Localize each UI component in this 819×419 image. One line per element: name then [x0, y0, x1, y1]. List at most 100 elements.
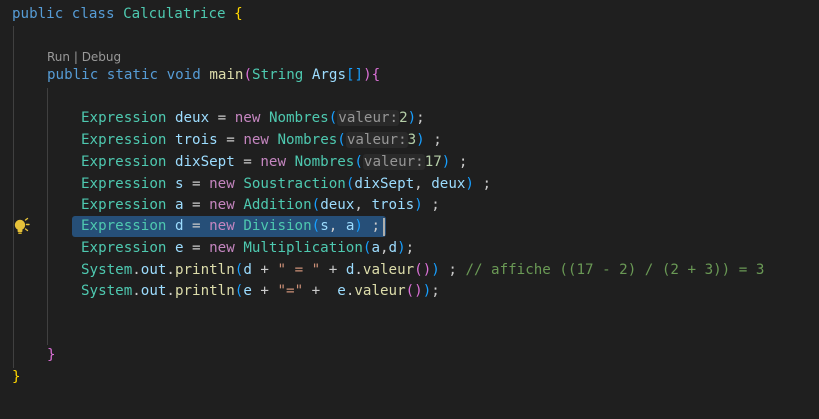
code-line-1[interactable]: public class Calculatrice {	[12, 4, 243, 25]
paren: (	[311, 218, 321, 234]
argument: a	[371, 240, 380, 256]
keyword: static	[106, 67, 159, 83]
keyword-new: new	[209, 240, 235, 256]
class-name: Addition	[243, 197, 312, 213]
paren: )	[363, 67, 372, 83]
paren: )	[422, 283, 432, 299]
code-editor[interactable]: public class Calculatrice { Run | Debug …	[0, 0, 819, 419]
indent-guide	[13, 26, 14, 368]
number-literal: 3	[407, 132, 417, 148]
code-line-println-e[interactable]: System.out.println(e + "=" + e.valeur())…	[81, 281, 440, 302]
argument: trois	[371, 197, 415, 213]
run-codelens-link[interactable]: Run	[47, 50, 70, 64]
paren: ()	[414, 262, 432, 278]
semicolon: ;	[416, 110, 425, 126]
method-name: main	[209, 67, 244, 83]
paren: )	[354, 218, 363, 234]
paren: (	[311, 197, 321, 213]
paren: )	[416, 132, 425, 148]
code-line-s[interactable]: Expression s = new Soustraction(dixSept,…	[81, 174, 491, 195]
code-line-d-selected[interactable]: Expression d = new Division(s, a) ;	[81, 216, 380, 237]
type-name: Expression	[81, 197, 167, 213]
semicolon: ;	[473, 176, 492, 192]
paren: (	[243, 67, 253, 83]
argument: d	[388, 240, 398, 256]
string-literal: "="	[277, 283, 304, 299]
type-name: Expression	[81, 110, 167, 126]
variable-name: e	[174, 240, 184, 256]
keyword-new: new	[243, 132, 269, 148]
codelens: Run | Debug	[47, 48, 121, 66]
class-name: Nombres	[268, 110, 329, 126]
brace: }	[12, 369, 21, 385]
keyword-new: new	[209, 218, 235, 234]
class-name: Calculatrice	[123, 6, 226, 22]
semicolon: ;	[362, 218, 381, 234]
class-name: Nombres	[294, 154, 355, 170]
class-name: Soustraction	[243, 176, 346, 192]
code-line-deux[interactable]: Expression deux = new Nombres(valeur:2);	[81, 108, 425, 129]
method-name: println	[174, 283, 235, 299]
paren: ()	[405, 283, 423, 299]
keyword-new: new	[209, 197, 235, 213]
code-comment: // affiche ((17 - 2) / (2 + 3)) = 3	[465, 262, 765, 278]
code-line-main[interactable]: public static void main(String Args[]){	[47, 65, 380, 86]
code-line-a[interactable]: Expression a = new Addition(deux, trois)…	[81, 195, 440, 216]
number-literal: 17	[424, 154, 442, 170]
keyword: class	[71, 6, 115, 22]
bracket: []	[346, 67, 364, 83]
code-line-close-main[interactable]: }	[47, 345, 56, 366]
keyword: void	[166, 67, 201, 83]
inlay-hint: valeur:	[345, 132, 408, 148]
variable-name: e	[243, 283, 252, 299]
class-name: Division	[243, 218, 312, 234]
variable-name: d	[243, 262, 252, 278]
keyword-new: new	[234, 110, 261, 126]
brace: {	[225, 6, 243, 22]
keyword-new: new	[209, 176, 235, 192]
brace: }	[47, 347, 56, 363]
variable-name: d	[174, 218, 184, 234]
argument: deux	[320, 197, 355, 213]
method-name: valeur	[354, 283, 406, 299]
variable-name: trois	[174, 132, 218, 148]
code-line-trois[interactable]: Expression trois = new Nombres(valeur:3)…	[81, 130, 442, 151]
variable-name: deux	[174, 110, 210, 126]
number-literal: 2	[399, 110, 408, 126]
code-line-e[interactable]: Expression e = new Multiplication(a,d);	[81, 238, 414, 259]
argument: s	[320, 218, 329, 234]
argument: dixSept	[354, 176, 415, 192]
code-line-println-d[interactable]: System.out.println(d + " = " + d.valeur(…	[81, 260, 764, 281]
code-line-dixsept[interactable]: Expression dixSept = new Nombres(valeur:…	[81, 152, 467, 173]
codelens-separator: |	[70, 50, 82, 64]
debug-codelens-link[interactable]: Debug	[82, 50, 121, 64]
paren: )	[407, 110, 417, 126]
variable-name: dixSept	[174, 154, 235, 170]
text-cursor	[383, 218, 385, 236]
indent-guide	[47, 88, 48, 345]
inlay-hint: valeur:	[337, 110, 400, 126]
type-name: Expression	[81, 240, 167, 256]
lightbulb-icon[interactable]	[11, 217, 31, 237]
method-name: valeur	[362, 262, 415, 278]
paren: (	[354, 154, 363, 170]
paren: )	[397, 240, 406, 256]
field-name: out	[140, 283, 167, 299]
keyword: public	[12, 6, 64, 22]
variable-name: s	[174, 176, 184, 192]
semicolon: ;	[405, 240, 415, 256]
semicolon: ;	[422, 197, 440, 213]
type-name: Expression	[81, 154, 167, 170]
type-name: String	[252, 67, 304, 83]
brace: {	[371, 67, 381, 83]
paren: (	[337, 132, 346, 148]
code-line-close-class[interactable]: }	[12, 367, 21, 388]
type-name: Expression	[81, 218, 167, 234]
method-name: println	[174, 262, 235, 278]
type-name: Expression	[81, 176, 167, 192]
argument: deux	[431, 176, 466, 192]
type-name: Expression	[81, 132, 167, 148]
semicolon: ;	[450, 154, 468, 170]
keyword-new: new	[260, 154, 287, 170]
paren: )	[465, 176, 474, 192]
